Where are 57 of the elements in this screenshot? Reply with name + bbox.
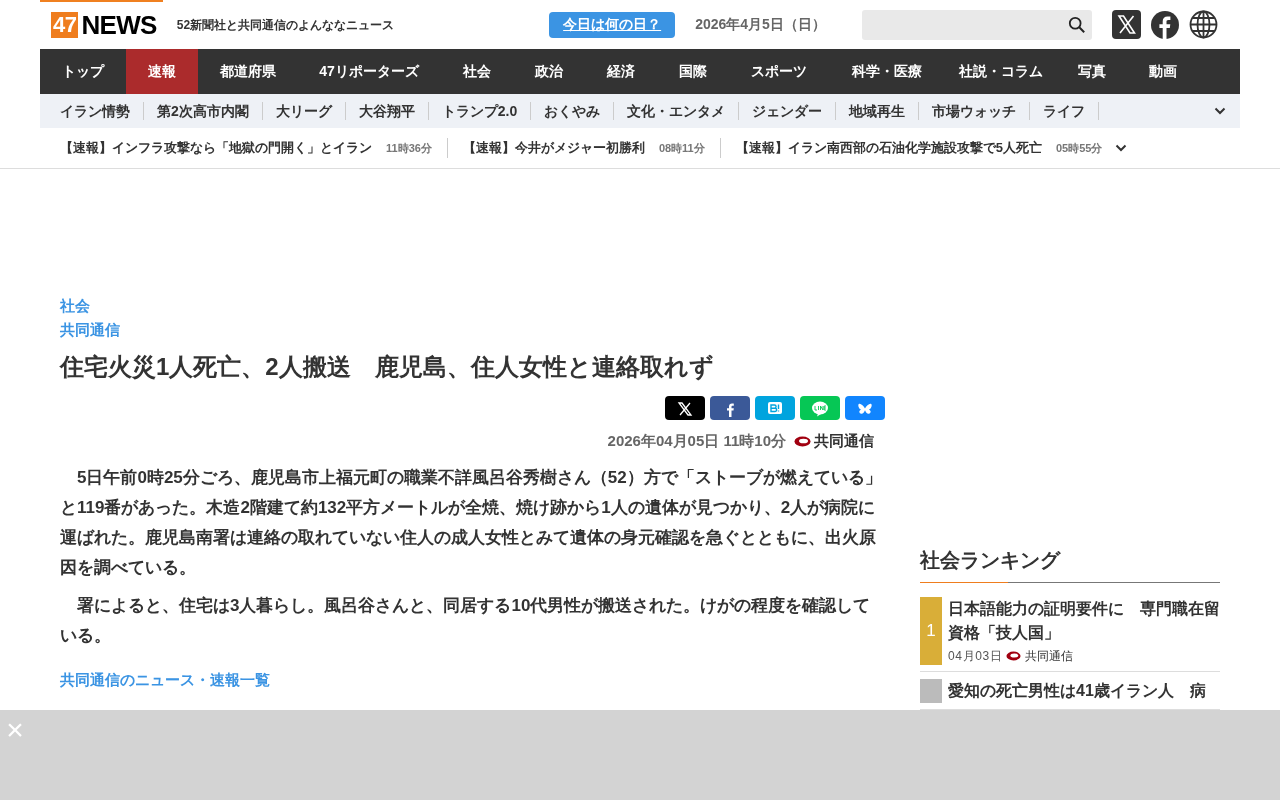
ticker-headline-link[interactable]: 【速報】イラン南西部の石油化学施設攻撃で5人死亡 bbox=[735, 138, 1042, 158]
nav-tab[interactable]: 科学・医療 bbox=[829, 49, 944, 94]
topic-link[interactable]: ジェンダー bbox=[739, 102, 837, 120]
topic-link[interactable]: 大リーグ bbox=[262, 102, 346, 120]
ranking-headline-link[interactable]: 日本語能力の証明要件に 専門職在留資格「技人国」 bbox=[948, 597, 1220, 645]
site-logo[interactable]: 47 NEWS bbox=[51, 11, 157, 38]
topic-link[interactable]: 市場ウォッチ bbox=[919, 102, 1031, 120]
article-title: 住宅火災1人死亡、2人搬送 鹿児島、住人女性と連絡取れず bbox=[60, 352, 715, 383]
x-logo-icon[interactable] bbox=[1111, 10, 1141, 39]
facebook-icon[interactable] bbox=[1150, 10, 1179, 39]
globe-icon[interactable] bbox=[1188, 10, 1218, 39]
topic-link[interactable]: ライフ bbox=[1030, 102, 1100, 120]
topic-link[interactable]: 文化・エンタメ bbox=[614, 102, 740, 120]
site-tagline: 52新聞社と共同通信のよんななニュース bbox=[176, 16, 395, 34]
ranking-date: 04月03日 bbox=[948, 648, 1003, 665]
article-paragraph: 5日午前0時25分ごろ、鹿児島市上福元町の職業不詳風呂谷秀樹さん（52）方で「ストーブが燃えている」と119番があった。木造2階建て約132平方メートルが全焼、焼け跡から1人の遺体が見つかり、2人が病院に運ばれた。鹿児島南署は連絡の取れていない住人の成人女性とみて遺体の身元確認を急ぐとともに、出火原因を調べている。 bbox=[60, 466, 883, 579]
topic-link[interactable]: トランプ2.0 bbox=[428, 102, 532, 120]
ticker-time: 05時55分 bbox=[1056, 140, 1103, 156]
x-share-button[interactable] bbox=[665, 396, 705, 420]
ranking-heading: 社会ランキング bbox=[920, 548, 1062, 573]
topic-link[interactable]: イラン情勢 bbox=[47, 102, 144, 120]
bluesky-share-button[interactable] bbox=[845, 396, 885, 420]
ticker-time: 08時11分 bbox=[658, 140, 705, 156]
chevron-down-icon[interactable] bbox=[1214, 107, 1226, 115]
search-icon[interactable] bbox=[1067, 15, 1086, 34]
topic-link[interactable]: 大谷翔平 bbox=[345, 102, 429, 120]
nav-tab[interactable]: 国際 bbox=[657, 49, 729, 94]
ranking-source: 共同通信 bbox=[1025, 648, 1074, 665]
nav-tab[interactable]: 47リポーターズ bbox=[298, 49, 440, 94]
nav-tab[interactable]: 社会 bbox=[440, 49, 513, 94]
nav-tab[interactable]: 政治 bbox=[513, 49, 585, 94]
nav-tab[interactable]: 速報 bbox=[126, 49, 198, 94]
ticker-headline-link[interactable]: 【速報】今井がメジャー初勝利 bbox=[462, 138, 645, 158]
hatena-share-button[interactable] bbox=[755, 396, 795, 420]
byline-source: 共同通信 bbox=[814, 431, 874, 451]
publish-datetime: 2026年04月05日 11時10分 bbox=[607, 431, 786, 451]
topic-link[interactable]: 地域再生 bbox=[836, 102, 920, 120]
ticker-headline-link[interactable]: 【速報】インフラ攻撃なら「地獄の門開く」とイラン bbox=[60, 138, 372, 158]
nav-tab[interactable]: 経済 bbox=[585, 49, 657, 94]
kyodo-logo-icon bbox=[1006, 651, 1022, 661]
rank-badge: 1 bbox=[920, 597, 942, 665]
kyodo-logo-icon bbox=[794, 435, 811, 447]
ranking-headline-link[interactable]: 愛知の死亡男性は41歳イラン人 病 bbox=[948, 679, 1206, 703]
search-field[interactable] bbox=[861, 9, 1092, 40]
ticker-time: 11時36分 bbox=[386, 140, 432, 156]
chevron-down-icon[interactable] bbox=[1115, 144, 1128, 152]
nav-tab[interactable]: 写真 bbox=[1057, 49, 1127, 94]
nav-tab[interactable]: 動画 bbox=[1127, 49, 1199, 94]
current-date: 2026年4月5日（日） bbox=[695, 15, 826, 34]
nav-tab[interactable]: スポーツ bbox=[729, 49, 829, 94]
facebook-share-button[interactable] bbox=[710, 396, 750, 420]
nav-tab[interactable]: 都道府県 bbox=[198, 49, 298, 94]
nav-tab[interactable]: トップ bbox=[40, 49, 126, 94]
topic-link[interactable]: 第2次高市内閣 bbox=[144, 102, 263, 120]
article-paragraph: 署によると、住宅は3人暮らし。風呂谷さんと、同居する10代男性が搬送された。けがの程度を確認している。 bbox=[60, 594, 872, 647]
nav-tab[interactable]: 社説・コラム bbox=[944, 49, 1057, 94]
topic-link[interactable]: おくやみ bbox=[531, 102, 615, 120]
